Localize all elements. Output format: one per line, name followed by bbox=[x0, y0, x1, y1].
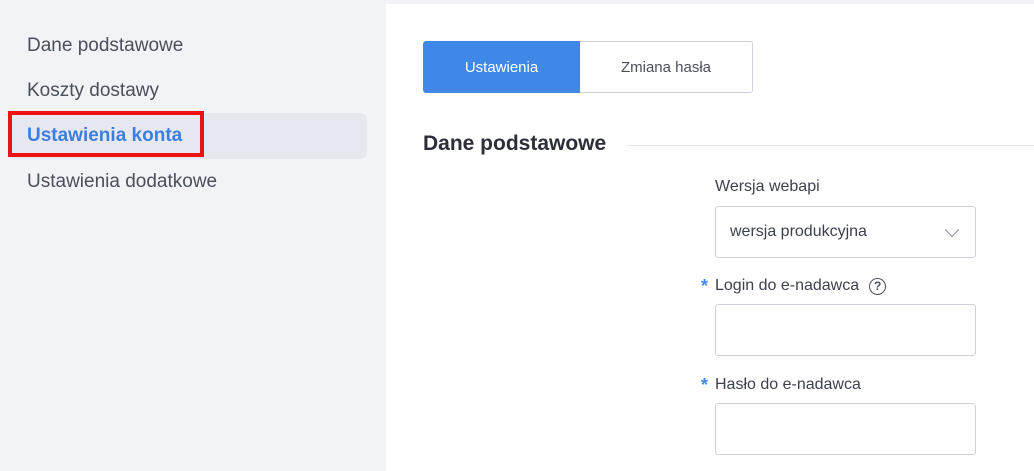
password-input[interactable] bbox=[715, 403, 976, 455]
sidebar-item-koszty-dostawy[interactable]: Koszty dostawy bbox=[8, 68, 367, 114]
login-label-text: Login do e-nadawca bbox=[715, 277, 860, 294]
settings-page: Dane podstawowe Koszty dostawy Ustawieni… bbox=[0, 0, 1034, 471]
webapi-select[interactable]: wersja produkcyjna bbox=[715, 206, 976, 258]
webapi-label: Wersja webapi bbox=[715, 178, 820, 196]
sidebar-item-dane-podstawowe[interactable]: Dane podstawowe bbox=[8, 23, 367, 69]
question-circle-icon[interactable]: ? bbox=[869, 277, 887, 295]
sidebar: Dane podstawowe Koszty dostawy Ustawieni… bbox=[0, 0, 386, 471]
webapi-label-text: Wersja webapi bbox=[715, 178, 820, 195]
tab-ustawienia[interactable]: Ustawienia bbox=[423, 41, 580, 93]
password-label-text: Hasło do e-nadawca bbox=[715, 376, 861, 393]
sidebar-item-ustawienia-dodatkowe[interactable]: Ustawienia dodatkowe bbox=[8, 159, 367, 205]
required-mark: * bbox=[701, 276, 709, 296]
password-label: Hasło do e-nadawca bbox=[715, 376, 861, 394]
tab-label: Zmiana hasła bbox=[620, 58, 712, 76]
sidebar-item-label: Koszty dostawy bbox=[27, 80, 159, 101]
section-title: Dane podstawowe bbox=[423, 132, 607, 155]
login-input[interactable] bbox=[715, 304, 976, 356]
webapi-selected-value: wersja produkcyjna bbox=[730, 223, 867, 240]
chevron-down-icon bbox=[944, 222, 960, 237]
required-mark: * bbox=[701, 375, 709, 395]
tab-bar: Ustawienia Zmiana hasła bbox=[423, 41, 753, 93]
sidebar-item-label: Dane podstawowe bbox=[27, 35, 184, 56]
main-panel: Ustawienia Zmiana hasła Dane podstawowe … bbox=[386, 4, 1034, 471]
sidebar-item-label: Ustawienia dodatkowe bbox=[27, 171, 218, 192]
tab-label: Ustawienia bbox=[464, 58, 539, 76]
tab-zmiana-hasla[interactable]: Zmiana hasła bbox=[580, 41, 753, 93]
sidebar-item-label: Ustawienia konta bbox=[27, 125, 183, 146]
login-label: Login do e-nadawca ? bbox=[715, 277, 887, 295]
sidebar-item-ustawienia-konta[interactable]: Ustawienia konta bbox=[8, 113, 367, 159]
section-divider bbox=[626, 145, 1034, 146]
